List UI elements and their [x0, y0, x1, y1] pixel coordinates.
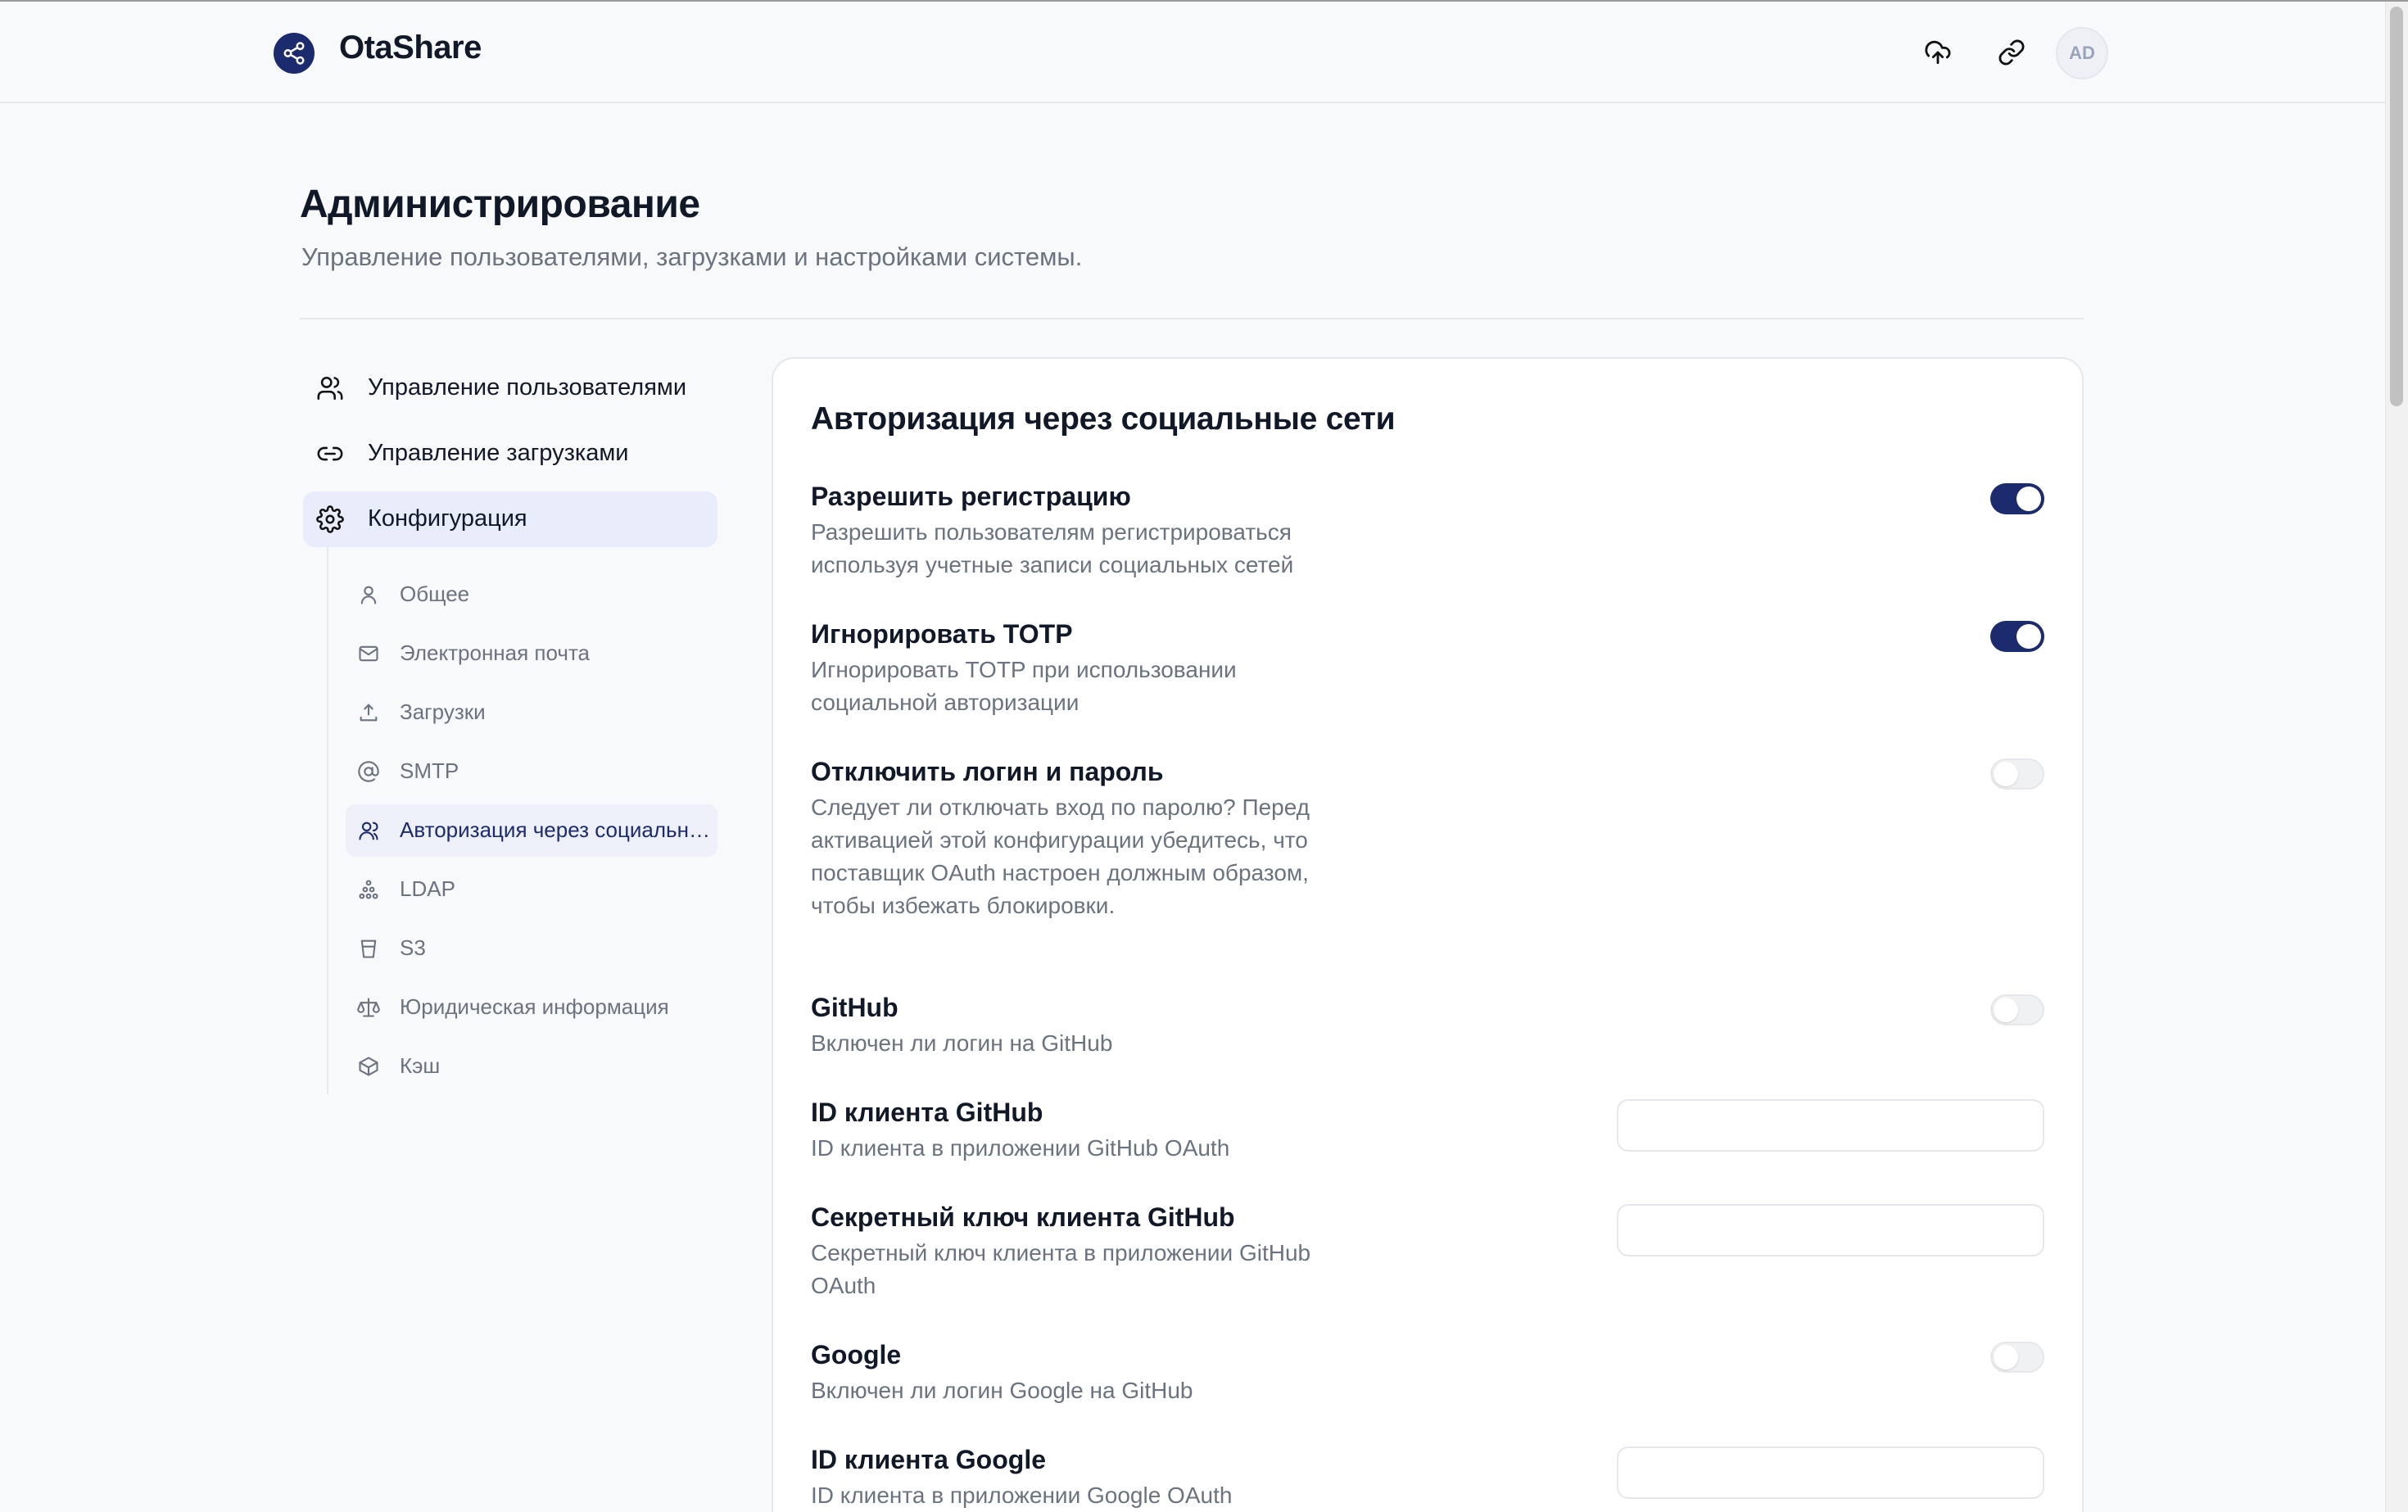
page-subtitle: Управление пользователями, загрузками и … — [301, 242, 1083, 271]
toggle-knob — [1994, 998, 2018, 1022]
cloud-upload-icon — [1925, 40, 1951, 65]
allow-registration-toggle[interactable] — [1990, 483, 2044, 514]
shared-links-button[interactable] — [1985, 26, 2038, 79]
nav-item-label: Конфигурация — [368, 505, 527, 532]
setting-description: Следует ли отключать вход по паролю? Пер… — [811, 794, 1310, 918]
github-login-toggle[interactable] — [1990, 994, 2044, 1025]
subnav-item-label: Кэш — [400, 1053, 441, 1078]
top-header: OtaShare AD — [0, 2, 2385, 103]
bucket-icon — [360, 939, 377, 958]
subnav-item-email[interactable]: Электронная почта — [346, 627, 717, 680]
setting-title: GitHub — [811, 993, 898, 1022]
subnav-line — [327, 547, 328, 1094]
google-login-toggle[interactable] — [1990, 1342, 2044, 1373]
nav-item-label: Управление пользователями — [368, 374, 687, 401]
scale-icon — [357, 998, 380, 1017]
subnav-item-uploads[interactable]: Загрузки — [346, 686, 717, 739]
nav-item-upload-management[interactable]: Управление загрузками — [303, 426, 717, 482]
subnav-item-label: Общее — [400, 582, 470, 606]
subnav-item-label: SMTP — [400, 758, 459, 783]
subnav-item-smtp[interactable]: SMTP — [346, 745, 717, 798]
setting-description: ID клиента в приложении Google OAuth — [811, 1483, 1233, 1508]
toggle-knob — [2016, 624, 2041, 649]
network-icon — [359, 880, 378, 899]
google-client-id-input[interactable] — [1617, 1446, 2044, 1499]
subnav-item-ldap[interactable]: LDAP — [346, 863, 717, 916]
user-avatar[interactable]: AD — [2056, 27, 2108, 79]
subnav-item-label: Авторизация через социальные сети — [400, 817, 711, 842]
nav-item-user-management[interactable]: Управление пользователями — [303, 360, 717, 416]
at-icon — [358, 761, 379, 782]
link-icon — [317, 446, 343, 461]
github-client-secret-input[interactable] — [1617, 1204, 2044, 1256]
setting-title: Google — [811, 1340, 902, 1369]
nav-item-label: Управление загрузками — [368, 440, 629, 466]
card-title: Авторизация через социальные сети — [811, 401, 1396, 437]
users-icon — [317, 376, 343, 401]
setting-description: Игнорировать TOTP при использовании соци… — [811, 657, 1237, 715]
github-client-id-input[interactable] — [1617, 1099, 2044, 1152]
setting-description: Секретный ключ клиента в приложении GitH… — [811, 1240, 1311, 1298]
subnav-item-cache[interactable]: Кэш — [346, 1040, 717, 1093]
setting-title: ID клиента GitHub — [811, 1098, 1043, 1127]
user-icon — [360, 586, 377, 604]
setting-description: Включен ли логин на GitHub — [811, 1030, 1113, 1056]
setting-title: Игнорировать TOTP — [811, 619, 1073, 649]
users-icon — [359, 822, 378, 840]
box-icon — [359, 1057, 378, 1076]
link-icon — [1998, 39, 2025, 66]
subnav-item-label: Электронная почта — [400, 641, 591, 665]
share-icon — [283, 42, 305, 65]
toggle-knob — [2016, 487, 2041, 511]
setting-title: ID клиента Google — [811, 1445, 1046, 1474]
ignore-totp-toggle[interactable] — [1990, 621, 2044, 652]
subnav-item-label: LDAP — [400, 876, 455, 901]
subnav-item-social-auth[interactable]: Авторизация через социальные сети — [346, 804, 717, 857]
toggle-knob — [1994, 1345, 2018, 1369]
subnav-item-general[interactable]: Общее — [346, 568, 717, 621]
mail-icon — [359, 645, 378, 662]
divider — [300, 318, 2084, 319]
gear-icon — [316, 505, 344, 533]
app-name[interactable]: OtaShare — [339, 29, 482, 66]
scrollbar-thumb[interactable] — [2390, 7, 2403, 406]
subnav-item-s3[interactable]: S3 — [346, 922, 717, 975]
app-logo[interactable] — [274, 33, 315, 74]
disable-password-login-toggle[interactable] — [1990, 758, 2044, 790]
setting-title: Секретный ключ клиента GitHub — [811, 1202, 1235, 1232]
setting-title: Разрешить регистрацию — [811, 482, 1131, 511]
upload-icon — [360, 704, 378, 722]
setting-description: Включен ли логин Google на GitHub — [811, 1378, 1193, 1403]
upload-button[interactable] — [1912, 26, 1964, 79]
toggle-knob — [1994, 762, 2018, 786]
page-title: Администрирование — [300, 183, 700, 226]
nav-item-configuration[interactable]: Конфигурация — [303, 491, 717, 547]
subnav-item-legal[interactable]: Юридическая информация — [346, 981, 717, 1034]
subnav-item-label: Загрузки — [400, 699, 486, 724]
subnav-item-label: Юридическая информация — [400, 994, 669, 1019]
subnav-item-label: S3 — [400, 935, 426, 960]
setting-description: ID клиента в приложении GitHub OAuth — [811, 1135, 1230, 1161]
setting-title: Отключить логин и пароль — [811, 757, 1164, 786]
setting-description: Разрешить пользователям регистрироваться… — [811, 519, 1294, 577]
